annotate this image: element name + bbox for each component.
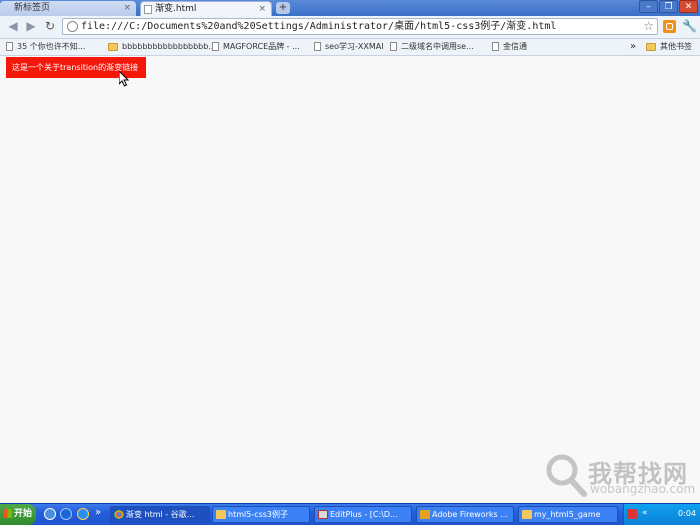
taskbar: 开始 » 渐变 html - 谷歌... html5-css3例子 EditPl… [0,503,700,525]
bookmark-label: 35 个你也许不知... [17,42,86,51]
extension-icon[interactable] [663,20,676,33]
bookmark-label: 其他书签 [660,42,692,51]
ie-icon[interactable] [77,508,89,520]
bookmark-label: 金信通 [503,42,527,51]
editplus-icon [318,510,328,519]
tab-new-tab[interactable]: 新标签页 × [0,1,136,16]
bookmarks-bar: 35 个你也许不知... bbbbbbbbbbbbbbbbb... MAGFOR… [0,39,700,56]
window-controls: – ❐ ✕ [638,0,698,14]
tab-label: 渐变.html [155,4,197,14]
page-icon [144,5,152,14]
taskbar-button-game-folder[interactable]: my_html5_game [518,506,618,523]
folder-icon [216,510,226,519]
browser-toolbar: ◀ ▶ ↻ file:///C:/Documents%20and%20Setti… [0,16,700,39]
bookmark-item[interactable]: 金信通 [492,39,527,55]
mouse-cursor-icon [119,71,130,87]
taskbar-button-editplus[interactable]: EditPlus - [C:\D... [314,506,412,523]
system-tray: « 0:04 [623,504,700,525]
page-icon [314,42,321,51]
page-icon [212,42,219,51]
taskbar-button-folder[interactable]: html5-css3例子 [212,506,310,523]
clock: 0:04 [678,509,696,518]
start-button[interactable]: 开始 [0,504,36,525]
page-info-icon[interactable] [67,21,78,32]
bookmark-label: MAGFORCE品牌 - ... [223,42,300,51]
bookmark-item[interactable]: MAGFORCE品牌 - ... [212,39,300,55]
folder-icon [108,42,118,51]
fireworks-icon [420,510,430,519]
tray-app-icon[interactable] [627,509,637,519]
other-bookmarks-button[interactable]: 其他书签 [646,39,692,55]
url-text[interactable]: file:///C:/Documents%20and%20Settings/Ad… [81,19,556,34]
reload-icon[interactable]: ↻ [43,19,57,33]
bookmark-label: seo学习-XXMAI [325,42,384,51]
watermark-url: wobangzhao.com [590,482,696,496]
address-bar[interactable]: file:///C:/Documents%20and%20Settings/Ad… [62,18,658,35]
taskbar-button-fireworks[interactable]: Adobe Fireworks ... [416,506,514,523]
bookmark-label: bbbbbbbbbbbbbbbbb... [122,42,216,51]
back-icon[interactable]: ◀ [6,19,20,33]
magnifier-icon [546,454,587,497]
page-icon [6,42,13,51]
minimize-button[interactable]: – [639,0,658,13]
bookmarks-overflow-button[interactable]: » [630,39,636,54]
tab-gradient-html[interactable]: 渐变.html × [140,1,272,16]
restore-button[interactable]: ❐ [659,0,678,13]
close-icon[interactable]: × [123,1,131,16]
tray-expand-button[interactable]: « [642,508,648,518]
desktop-icon[interactable] [44,508,56,520]
folder-icon [646,42,656,51]
new-tab-button[interactable]: + [276,2,290,14]
wrench-icon[interactable]: 🔧 [682,19,697,33]
bookmark-item[interactable]: 35 个你也许不知... [6,39,85,55]
tab-strip: 新标签页 × 渐变.html × + – ❐ ✕ [0,0,700,16]
bookmark-item[interactable]: 二级域名中调用se... [390,39,474,55]
tab-label: 新标签页 [14,3,51,13]
taskbar-button-chrome[interactable]: 渐变 html - 谷歌... [110,506,210,523]
close-icon[interactable]: × [258,2,266,16]
forward-icon[interactable]: ▶ [24,19,38,33]
quick-launch-more[interactable]: » [95,507,101,518]
page-content: 这是一个关于transition的渐变链接 [0,56,700,496]
star-icon[interactable]: ☆ [643,19,654,34]
chrome-icon [114,510,124,519]
page-icon [390,42,397,51]
bookmark-item[interactable]: bbbbbbbbbbbbbbbbb... [108,39,216,55]
watermark: 我帮找网 wobangzhao.com [538,452,698,502]
media-icon[interactable] [60,508,72,520]
folder-icon [522,510,532,519]
bookmark-label: 二级域名中调用se... [401,42,474,51]
close-window-button[interactable]: ✕ [679,0,698,13]
bookmark-item[interactable]: seo学习-XXMAI [314,39,384,55]
page-icon [492,42,499,51]
